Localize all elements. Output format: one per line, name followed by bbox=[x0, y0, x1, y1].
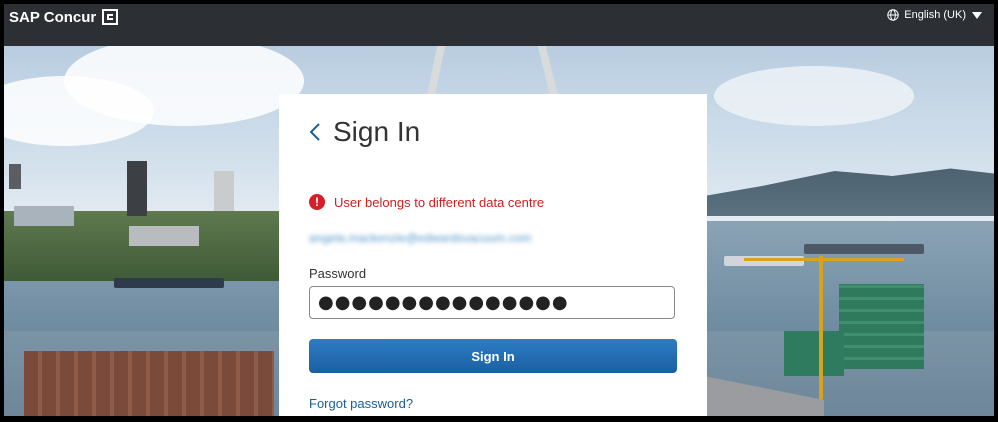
brand-logo[interactable]: SAP Concur bbox=[9, 6, 119, 28]
back-chevron-icon[interactable] bbox=[309, 122, 321, 142]
email-display: angela.mackenzie@edwardsvacuum.com bbox=[309, 231, 532, 245]
error-message: ! User belongs to different data centre bbox=[309, 194, 544, 210]
sign-in-button[interactable]: Sign In bbox=[309, 339, 677, 373]
globe-icon bbox=[887, 9, 899, 21]
error-text: User belongs to different data centre bbox=[334, 194, 545, 210]
forgot-password-link[interactable]: Forgot password? bbox=[309, 396, 413, 411]
brand-name: SAP Concur bbox=[9, 8, 97, 26]
language-selector[interactable]: English (UK) bbox=[887, 6, 982, 24]
page-title: Sign In bbox=[333, 116, 421, 147]
chevron-down-icon bbox=[972, 11, 982, 19]
error-icon: ! bbox=[309, 194, 325, 210]
app-frame: SAP Concur English (UK) Sign In ! User b… bbox=[4, 4, 994, 416]
password-label: Password bbox=[309, 266, 367, 281]
signin-card: Sign In ! User belongs to different data… bbox=[279, 94, 707, 416]
concur-logo-icon bbox=[102, 9, 119, 25]
password-field[interactable] bbox=[309, 286, 675, 319]
top-bar: SAP Concur English (UK) bbox=[4, 4, 994, 46]
language-label: English (UK) bbox=[904, 9, 966, 21]
signin-header: Sign In bbox=[309, 116, 420, 148]
